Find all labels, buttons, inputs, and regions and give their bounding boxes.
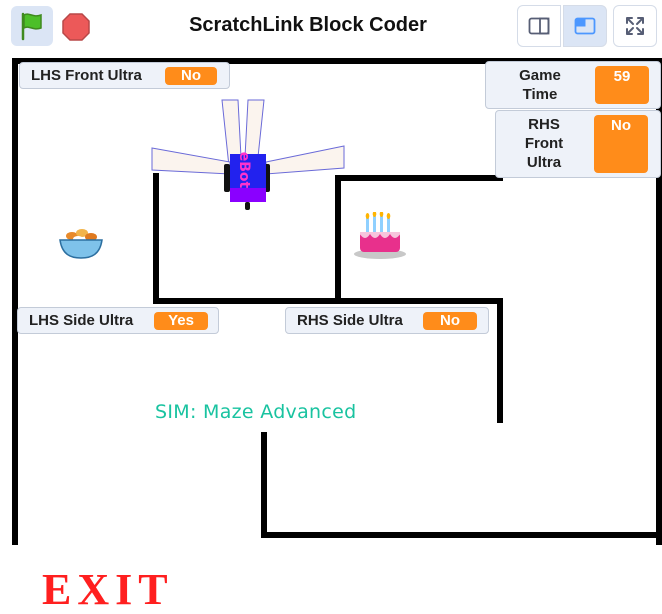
- small-stage-button[interactable]: [517, 5, 561, 47]
- top-toolbar: ScratchLink Block Coder: [0, 0, 662, 54]
- monitor-label: RHS Side Ultra: [297, 312, 403, 329]
- monitor-label-line1: RHS: [528, 116, 560, 133]
- fullscreen-button[interactable]: [613, 5, 657, 47]
- exit-label: EXIT: [42, 565, 174, 614]
- sim-title: SIM: Maze Advanced: [155, 401, 357, 423]
- lhs-front-ultra-monitor[interactable]: LHS Front Ultra No: [19, 62, 230, 89]
- rhs-front-ultra-monitor[interactable]: RHS Front Ultra No: [495, 110, 661, 178]
- robot-label: eBot: [236, 152, 252, 189]
- lhs-side-ultra-monitor[interactable]: LHS Side Ultra Yes: [17, 307, 219, 334]
- robot-sprite[interactable]: eBot: [150, 96, 346, 214]
- birthday-cake-sprite: [354, 212, 406, 259]
- green-flag-icon: [21, 12, 42, 41]
- large-stage-button[interactable]: [563, 5, 607, 47]
- monitor-label-line2: Time: [522, 86, 558, 103]
- monitor-label-line2: Front: [524, 135, 564, 152]
- monitor-value: 59: [595, 66, 649, 104]
- monitor-value: No: [594, 115, 648, 173]
- monitor-label: LHS Front Ultra: [31, 67, 142, 84]
- green-flag-button[interactable]: [11, 6, 53, 46]
- monitor-label: LHS Side Ultra: [29, 312, 134, 329]
- food-bowl-sprite: [59, 229, 103, 259]
- fullscreen-icon: [626, 17, 644, 35]
- monitor-value: Yes: [154, 312, 208, 330]
- monitor-value: No: [423, 312, 477, 330]
- app-title: ScratchLink Block Coder: [189, 14, 427, 36]
- stop-icon: [62, 13, 90, 41]
- monitor-label-line3: Ultra: [526, 154, 562, 171]
- monitor-value: No: [165, 67, 217, 85]
- rhs-side-ultra-monitor[interactable]: RHS Side Ultra No: [285, 307, 489, 334]
- game-time-monitor[interactable]: Game Time 59: [485, 61, 661, 109]
- stop-button[interactable]: [60, 11, 92, 43]
- monitor-label-line1: Game: [519, 67, 561, 84]
- small-stage-icon: [528, 17, 550, 35]
- large-stage-icon: [574, 17, 596, 35]
